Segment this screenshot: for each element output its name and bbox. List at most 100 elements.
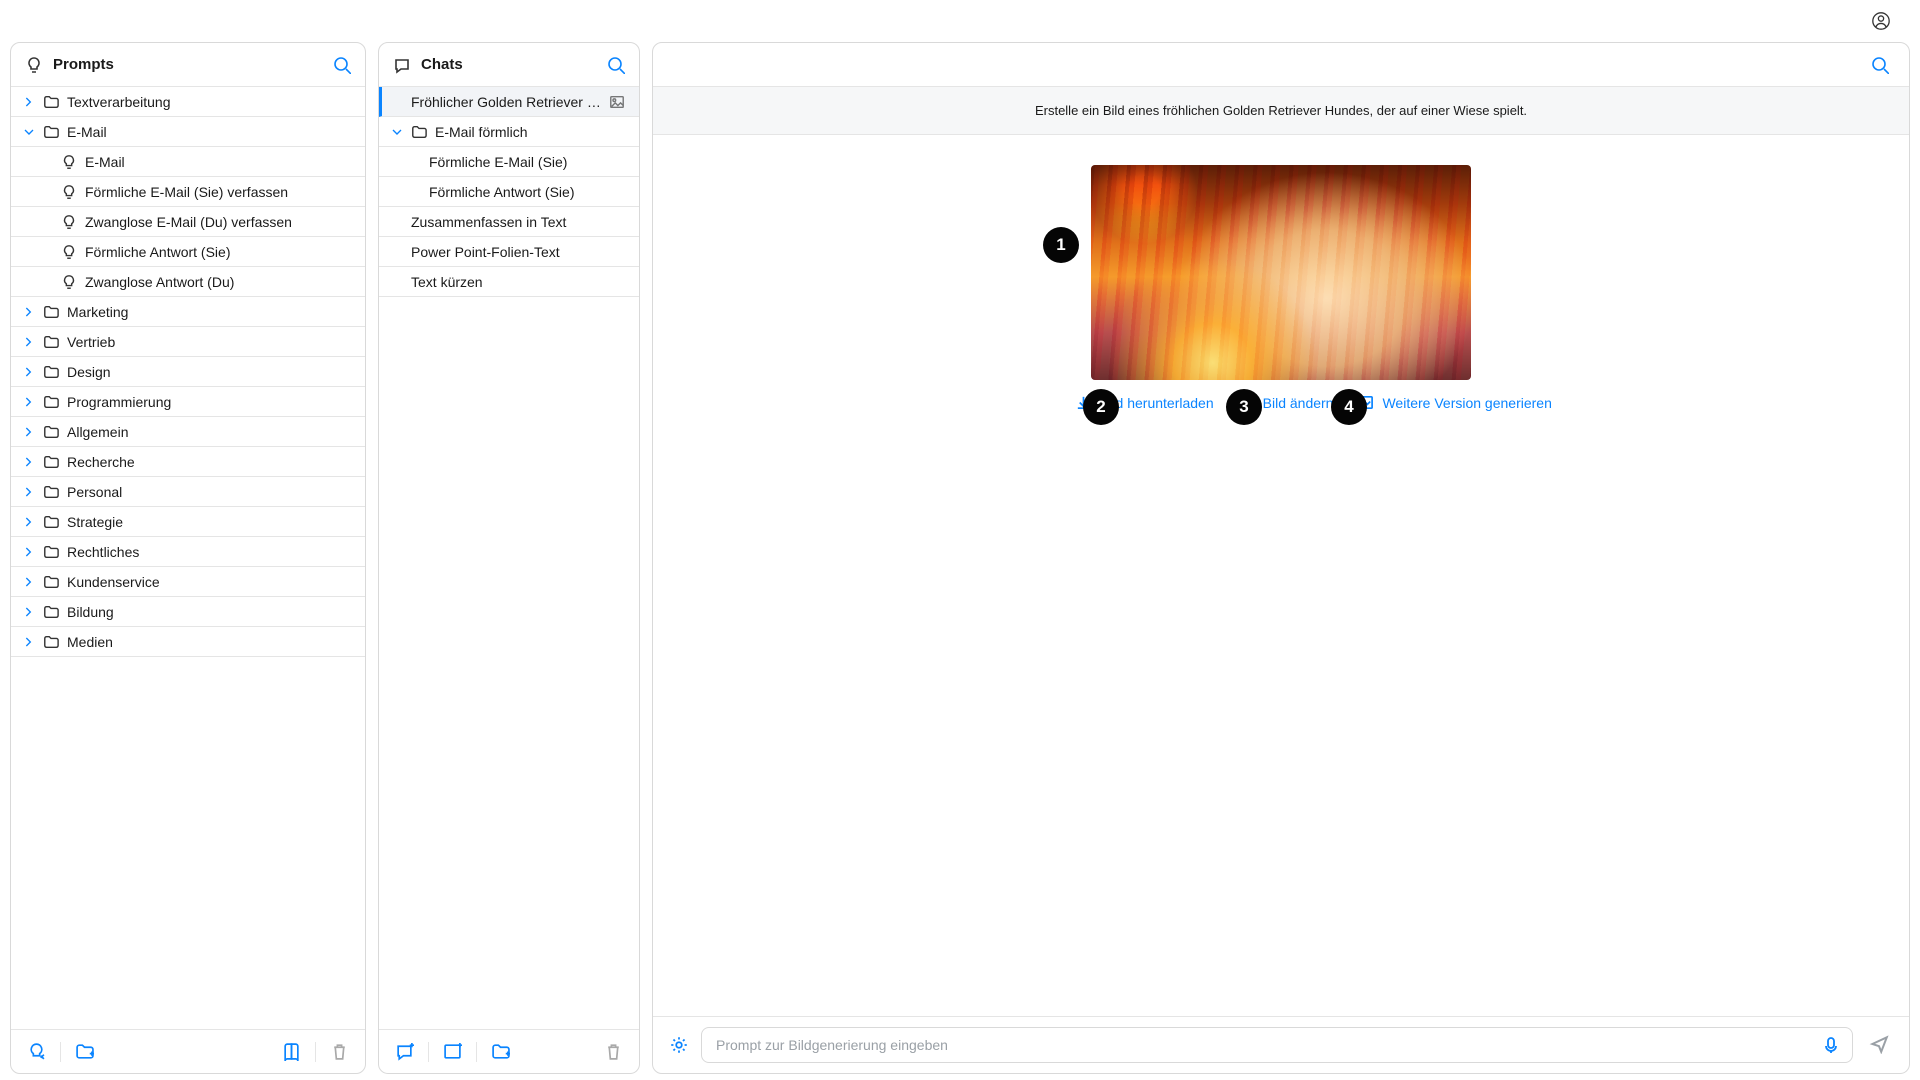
row-label: Förmliche E-Mail (Sie) <box>429 154 627 170</box>
row-label: Marketing <box>67 304 353 320</box>
delete-chat-button[interactable] <box>600 1038 627 1065</box>
row-label: Zwanglose E-Mail (Du) verfassen <box>85 214 353 230</box>
chevron-right-icon[interactable] <box>23 426 37 438</box>
folder-icon <box>43 514 61 530</box>
prompts-folder[interactable]: Personal <box>11 477 365 507</box>
folder-icon <box>43 604 61 620</box>
prompts-item[interactable]: Zwanglose Antwort (Du) <box>11 267 365 297</box>
folder-icon <box>43 304 61 320</box>
chevron-right-icon[interactable] <box>23 546 37 558</box>
library-button[interactable] <box>278 1038 305 1065</box>
folder-icon <box>43 334 61 350</box>
prompts-title: Prompts <box>53 56 114 73</box>
delete-prompt-button[interactable] <box>326 1038 353 1065</box>
prompts-folder[interactable]: Recherche <box>11 447 365 477</box>
prompts-folder[interactable]: E-Mail <box>11 117 365 147</box>
folder-icon <box>43 364 61 380</box>
row-label: Förmliche E-Mail (Sie) verfassen <box>85 184 353 200</box>
chevron-right-icon[interactable] <box>23 366 37 378</box>
prompts-folder[interactable]: Design <box>11 357 365 387</box>
chevron-right-icon[interactable] <box>23 456 37 468</box>
new-chat-button[interactable] <box>391 1038 418 1065</box>
chevron-right-icon[interactable] <box>23 396 37 408</box>
chats-item[interactable]: Zusammenfassen in Text <box>379 207 639 237</box>
row-label: Programmierung <box>67 394 353 410</box>
folder-icon <box>43 394 61 410</box>
mic-button[interactable] <box>1822 1036 1840 1054</box>
row-label: Zwanglose Antwort (Du) <box>85 274 353 290</box>
chats-folder[interactable]: E-Mail förmlich <box>379 117 639 147</box>
chats-item[interactable]: Förmliche Antwort (Sie) <box>379 177 639 207</box>
prompts-tree: TextverarbeitungE-MailE-MailFörmliche E-… <box>11 87 365 1029</box>
prompts-item[interactable]: Förmliche Antwort (Sie) <box>11 237 365 267</box>
prompts-folder[interactable]: Rechtliches <box>11 537 365 567</box>
chevron-right-icon[interactable] <box>23 636 37 648</box>
composer-settings-button[interactable] <box>669 1035 689 1055</box>
send-button[interactable] <box>1865 1030 1893 1061</box>
prompts-folder[interactable]: Allgemein <box>11 417 365 447</box>
generated-image[interactable] <box>1091 165 1471 380</box>
chevron-right-icon[interactable] <box>23 306 37 318</box>
chevron-down-icon[interactable] <box>23 126 37 138</box>
chevron-right-icon[interactable] <box>23 96 37 108</box>
row-label: Bildung <box>67 604 353 620</box>
chevron-right-icon[interactable] <box>23 336 37 348</box>
row-label: Rechtliches <box>67 544 353 560</box>
chats-item[interactable]: Power Point-Folien-Text <box>379 237 639 267</box>
chats-item[interactable]: Fröhlicher Golden Retriever Hund <box>379 87 639 117</box>
prompts-search-icon[interactable] <box>333 56 351 74</box>
chats-search-icon[interactable] <box>607 56 625 74</box>
row-label: Medien <box>67 634 353 650</box>
prompts-folder[interactable]: Textverarbeitung <box>11 87 365 117</box>
row-label: E-Mail förmlich <box>435 124 627 140</box>
bulb-icon <box>61 214 79 230</box>
prompts-item[interactable]: E-Mail <box>11 147 365 177</box>
row-label: Recherche <box>67 454 353 470</box>
prompts-folder[interactable]: Programmierung <box>11 387 365 417</box>
row-label: Text kürzen <box>411 274 627 290</box>
prompts-item[interactable]: Zwanglose E-Mail (Du) verfassen <box>11 207 365 237</box>
folder-icon <box>411 124 429 140</box>
folder-icon <box>43 544 61 560</box>
chats-header: Chats <box>379 43 639 87</box>
chats-footer <box>379 1029 639 1073</box>
folder-icon <box>43 574 61 590</box>
folder-icon <box>43 634 61 650</box>
image-actions: Bild herunterladen Bild ändern Weitere V… <box>1075 394 1487 411</box>
chats-panel: Chats Fröhlicher Golden Retriever Hund E-… <box>378 42 640 1074</box>
chevron-down-icon[interactable] <box>391 126 405 138</box>
prompts-folder[interactable]: Strategie <box>11 507 365 537</box>
chevron-right-icon[interactable] <box>23 606 37 618</box>
new-image-chat-button[interactable] <box>439 1038 466 1065</box>
chevron-right-icon[interactable] <box>23 516 37 528</box>
row-label: Förmliche Antwort (Sie) <box>429 184 627 200</box>
bulb-icon <box>61 244 79 260</box>
chat-icon <box>393 56 411 74</box>
request-prompt: Erstelle ein Bild eines fröhlichen Golde… <box>653 87 1909 135</box>
new-folder-button[interactable] <box>71 1038 98 1065</box>
chevron-right-icon[interactable] <box>23 576 37 588</box>
row-label: Allgemein <box>67 424 353 440</box>
new-prompt-button[interactable] <box>23 1038 50 1065</box>
chats-new-folder-button[interactable] <box>487 1038 514 1065</box>
regenerate-button[interactable]: Weitere Version generieren <box>1357 394 1551 411</box>
row-label: Kundenservice <box>67 574 353 590</box>
chevron-right-icon[interactable] <box>23 486 37 498</box>
prompts-folder[interactable]: Kundenservice <box>11 567 365 597</box>
callout-1: 1 <box>1043 227 1079 263</box>
main-panel: Erstelle ein Bild eines fröhlichen Golde… <box>652 42 1910 1074</box>
account-icon[interactable] <box>1872 12 1890 30</box>
callout-2: 2 <box>1083 389 1119 425</box>
chats-item[interactable]: Text kürzen <box>379 267 639 297</box>
prompts-item[interactable]: Förmliche E-Mail (Sie) verfassen <box>11 177 365 207</box>
prompts-folder[interactable]: Vertrieb <box>11 327 365 357</box>
prompts-folder[interactable]: Medien <box>11 627 365 657</box>
prompts-folder[interactable]: Bildung <box>11 597 365 627</box>
prompts-folder[interactable]: Marketing <box>11 297 365 327</box>
row-label: Design <box>67 364 353 380</box>
main-search-icon[interactable] <box>1871 56 1889 74</box>
edit-label: Bild ändern <box>1263 395 1334 411</box>
row-label: E-Mail <box>85 154 353 170</box>
chats-item[interactable]: Förmliche E-Mail (Sie) <box>379 147 639 177</box>
compose-input[interactable] <box>714 1036 1822 1054</box>
